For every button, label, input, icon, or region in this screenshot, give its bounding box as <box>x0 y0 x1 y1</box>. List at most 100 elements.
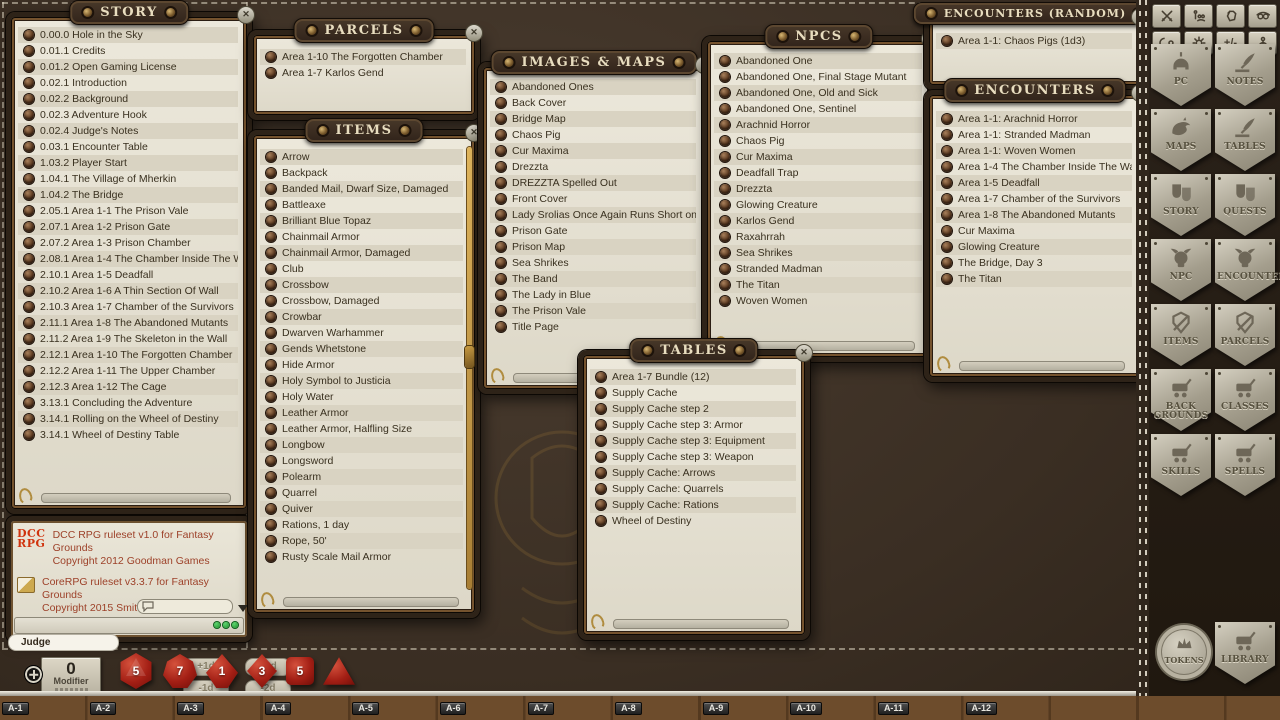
radial-menu-icon[interactable] <box>24 665 43 684</box>
library-button[interactable]: LIBRARY <box>1215 622 1275 684</box>
list-item[interactable]: Holy Water <box>260 389 463 405</box>
horizontal-scrollbar[interactable] <box>283 597 459 607</box>
hotkey-slot[interactable]: A-4 <box>263 696 351 720</box>
list-item[interactable]: Area 1-10 The Forgotten Chamber <box>260 49 466 65</box>
list-item[interactable]: Supply Cache step 3: Equipment <box>590 433 796 449</box>
list-item[interactable]: 3.14.1 Wheel of Destiny Table <box>18 427 238 443</box>
hotkey-slot[interactable]: A-2 <box>88 696 176 720</box>
hotkey-slot[interactable]: A-8 <box>613 696 701 720</box>
list-item[interactable]: Drezzta <box>714 181 922 197</box>
list-item[interactable]: Raxahrrah <box>714 229 922 245</box>
hotkey-slot[interactable]: A-1 <box>0 696 88 720</box>
chat-input[interactable] <box>14 617 244 634</box>
list-item[interactable]: Sea Shrikes <box>714 245 922 261</box>
list-item[interactable]: Rusty Scale Mail Armor <box>260 549 463 565</box>
list-item[interactable]: Stranded Madman <box>714 261 922 277</box>
die[interactable]: 5 <box>286 657 314 685</box>
list-item[interactable]: Supply Cache step 3: Armor <box>590 417 796 433</box>
list-item[interactable]: 1.04.1 The Village of Mherkin <box>18 171 238 187</box>
list-item[interactable]: Chainmail Armor, Damaged <box>260 245 463 261</box>
list-item[interactable]: Sea Shrikes <box>490 255 696 271</box>
die[interactable]: 7 <box>163 654 197 688</box>
horizontal-scrollbar[interactable] <box>959 361 1125 371</box>
list-item[interactable]: Hide Armor <box>260 357 463 373</box>
list-item[interactable]: 2.12.2 Area 1-11 The Upper Chamber <box>18 363 238 379</box>
list-item[interactable]: 2.11.1 Area 1-8 The Abandoned Mutants <box>18 315 238 331</box>
list-item[interactable]: Wheel of Destiny <box>590 513 796 529</box>
list-item[interactable]: Holy Symbol to Justicia <box>260 373 463 389</box>
list-item[interactable]: Cur Maxima <box>936 223 1132 239</box>
list-item[interactable]: Karlos Gend <box>714 213 922 229</box>
list-item[interactable]: Title Page <box>490 319 696 335</box>
images-window-titlebar[interactable]: IMAGES & MAPS <box>491 50 698 75</box>
list-item[interactable]: Supply Cache: Rations <box>590 497 796 513</box>
items-window-titlebar[interactable]: ITEMS <box>305 118 424 143</box>
close-icon[interactable]: ✕ <box>795 344 813 362</box>
list-item[interactable]: 2.08.1 Area 1-4 The Chamber Inside The W <box>18 251 238 267</box>
list-item[interactable]: 2.07.2 Area 1-3 Prison Chamber <box>18 235 238 251</box>
identity-label[interactable]: Judge <box>8 634 119 651</box>
list-item[interactable]: Glowing Creature <box>714 197 922 213</box>
list-item[interactable]: 2.07.1 Area 1-2 Prison Gate <box>18 219 238 235</box>
list-item[interactable]: 1.03.2 Player Start <box>18 155 238 171</box>
list-item[interactable]: Drezzta <box>490 159 696 175</box>
hotkey-slot[interactable]: A-12 <box>964 696 1052 720</box>
parcels-window-titlebar[interactable]: PARCELS <box>293 18 434 43</box>
list-item[interactable]: Front Cover <box>490 191 696 207</box>
list-item[interactable]: Quarrel <box>260 485 463 501</box>
list-item[interactable]: Area 1-7 Karlos Gend <box>260 65 466 81</box>
sidebar-shield-button[interactable]: SPELLS <box>1215 434 1275 496</box>
close-icon[interactable]: ✕ <box>237 6 255 24</box>
sidebar-shield-button[interactable]: STORY <box>1151 174 1211 236</box>
list-item[interactable]: Crossbow <box>260 277 463 293</box>
list-item[interactable]: Abandoned Ones <box>490 79 696 95</box>
resize-hook-icon[interactable] <box>489 367 506 386</box>
list-item[interactable]: Glowing Creature <box>936 239 1132 255</box>
hotkey-slot[interactable]: A-11 <box>876 696 964 720</box>
list-item[interactable]: Quiver <box>260 501 463 517</box>
list-item[interactable]: Area 1-8 The Abandoned Mutants <box>936 207 1132 223</box>
list-item[interactable]: 0.00.0 Hole in the Sky <box>18 27 238 43</box>
die[interactable] <box>323 656 355 686</box>
resize-hook-icon[interactable] <box>259 591 276 610</box>
list-item[interactable]: Area 1-5 Deadfall <box>936 175 1132 191</box>
list-item[interactable]: Area 1-1: Stranded Madman <box>936 127 1132 143</box>
resize-hook-icon[interactable] <box>589 613 606 632</box>
list-item[interactable]: Supply Cache <box>590 385 796 401</box>
sidebar-shield-button[interactable]: QUESTS <box>1215 174 1275 236</box>
horizontal-scrollbar[interactable] <box>41 493 231 503</box>
sidebar-shield-button[interactable]: BACK GROUNDS <box>1151 369 1211 431</box>
list-item[interactable]: 2.10.1 Area 1-5 Deadfall <box>18 267 238 283</box>
list-item[interactable]: Longbow <box>260 437 463 453</box>
dice-bag-icon[interactable] <box>1216 4 1245 28</box>
horizontal-scrollbar[interactable] <box>613 619 789 629</box>
resize-hook-icon[interactable] <box>17 487 34 506</box>
list-item[interactable]: The Prison Vale <box>490 303 696 319</box>
list-item[interactable]: Chainmail Armor <box>260 229 463 245</box>
list-item[interactable]: Longsword <box>260 453 463 469</box>
story-window-titlebar[interactable]: STORY <box>69 0 189 25</box>
list-item[interactable]: Cur Maxima <box>714 149 922 165</box>
list-item[interactable]: Dwarven Warhammer <box>260 325 463 341</box>
list-item[interactable]: Prison Gate <box>490 223 696 239</box>
list-item[interactable]: Battleaxe <box>260 197 463 213</box>
list-item[interactable]: Gends Whetstone <box>260 341 463 357</box>
list-item[interactable]: 2.12.1 Area 1-10 The Forgotten Chamber <box>18 347 238 363</box>
sidebar-shield-button[interactable]: PARCELS <box>1215 304 1275 366</box>
list-item[interactable]: 0.03.1 Encounter Table <box>18 139 238 155</box>
list-item[interactable]: Supply Cache: Arrows <box>590 465 796 481</box>
list-item[interactable]: Abandoned One, Final Stage Mutant <box>714 69 922 85</box>
sidebar-shield-button[interactable]: ENCOUNTERS <box>1215 239 1275 301</box>
hotkey-slot[interactable]: A-6 <box>438 696 526 720</box>
list-item[interactable]: Supply Cache step 2 <box>590 401 796 417</box>
encounters-random-titlebar[interactable]: ENCOUNTERS (RANDOM) <box>913 2 1157 25</box>
list-item[interactable]: Supply Cache: Quarrels <box>590 481 796 497</box>
sidebar-shield-button[interactable]: TABLES <box>1215 109 1275 171</box>
list-item[interactable]: 0.02.2 Background <box>18 91 238 107</box>
list-item[interactable]: Crossbow, Damaged <box>260 293 463 309</box>
list-item[interactable]: Area 1-1: Woven Women <box>936 143 1132 159</box>
list-item[interactable]: Leather Armor <box>260 405 463 421</box>
sidebar-shield-button[interactable]: CLASSES <box>1215 369 1275 431</box>
list-item[interactable]: 2.10.2 Area 1-6 A Thin Section Of Wall <box>18 283 238 299</box>
tokens-button[interactable]: TOKENS <box>1157 625 1211 679</box>
